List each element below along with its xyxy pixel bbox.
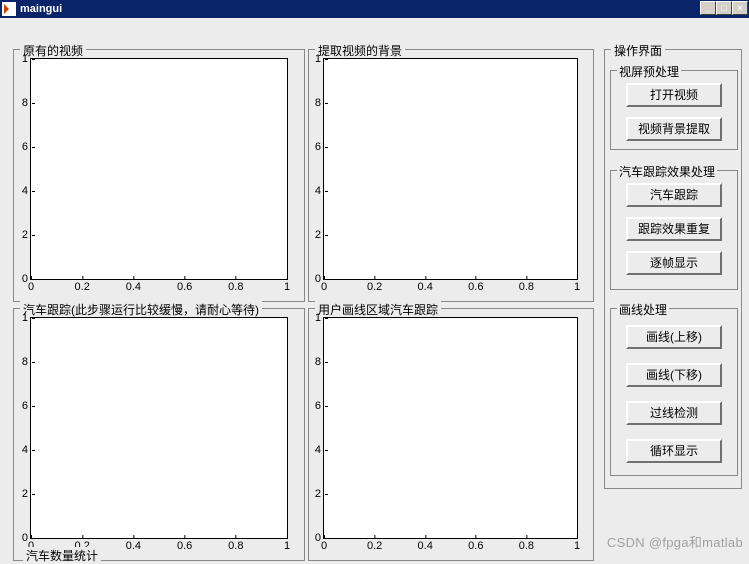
x-tick: 0.4 xyxy=(126,538,141,552)
group-title: 视屏预处理 xyxy=(617,63,681,80)
axes-tracking: 1 8 6 4 2 0 0 0.2 0.4 0.6 0.8 1 xyxy=(30,317,288,539)
group-title: 汽车跟踪效果处理 xyxy=(617,163,717,180)
y-tick: 4 xyxy=(312,444,324,456)
x-tick: 1 xyxy=(574,538,580,552)
close-button[interactable]: × xyxy=(732,1,748,15)
panel-userline-tracking: 用户画线区域汽车跟踪 1 8 6 4 2 0 0 0.2 0.4 0.6 0.8… xyxy=(308,308,594,561)
axes-userline-tracking: 1 8 6 4 2 0 0 0.2 0.4 0.6 0.8 1 xyxy=(323,317,578,539)
y-tick: 1 xyxy=(312,53,324,65)
panel-stats-title: 汽车数量统计 xyxy=(23,547,101,564)
maximize-button[interactable]: □ xyxy=(716,1,732,15)
y-tick: 6 xyxy=(312,400,324,412)
y-tick: 6 xyxy=(19,141,31,153)
line-up-button[interactable]: 画线(上移) xyxy=(626,325,722,349)
panel-title: 汽车跟踪(此步骤运行比较缓慢，请耐心等待) xyxy=(20,301,262,318)
x-tick: 0.8 xyxy=(519,538,534,552)
x-tick: 0.6 xyxy=(468,279,483,293)
repeat-track-button[interactable]: 跟踪效果重复 xyxy=(626,217,722,241)
y-tick: 8 xyxy=(312,97,324,109)
cross-detect-button[interactable]: 过线检测 xyxy=(626,401,722,425)
extract-bg-button[interactable]: 视频背景提取 xyxy=(626,117,722,141)
watermark-text: CSDN @fpga和matlab xyxy=(607,532,743,551)
line-down-button[interactable]: 画线(下移) xyxy=(626,363,722,387)
y-tick: 4 xyxy=(312,185,324,197)
axes-original-video: 1 8 6 4 2 0 0 0.2 0.4 0.6 0.8 1 xyxy=(30,58,288,280)
y-tick: 6 xyxy=(19,400,31,412)
panel-original-video: 原有的视频 1 8 6 4 2 0 0 0.2 0.4 0.6 0.8 1 xyxy=(13,49,305,302)
x-tick: 1 xyxy=(284,538,290,552)
y-tick: 8 xyxy=(312,356,324,368)
y-tick: 2 xyxy=(312,229,324,241)
y-tick: 2 xyxy=(19,488,31,500)
y-tick: 8 xyxy=(19,97,31,109)
x-tick: 0.4 xyxy=(126,279,141,293)
x-tick: 1 xyxy=(284,279,290,293)
panel-tracking: 汽车跟踪(此步骤运行比较缓慢，请耐心等待) 1 8 6 4 2 0 0 0.2 … xyxy=(13,308,305,561)
x-tick: 0 xyxy=(321,538,327,552)
x-tick: 0.6 xyxy=(468,538,483,552)
x-tick: 0.2 xyxy=(75,279,90,293)
x-tick: 0.6 xyxy=(177,538,192,552)
car-track-button[interactable]: 汽车跟踪 xyxy=(626,183,722,207)
client-area: 原有的视频 1 8 6 4 2 0 0 0.2 0.4 0.6 0.8 1 提取… xyxy=(0,18,749,563)
group-tracking: 汽车跟踪效果处理 汽车跟踪 跟踪效果重复 逐帧显示 xyxy=(610,170,738,290)
group-title: 画线处理 xyxy=(617,301,669,318)
panel-title: 提取视频的背景 xyxy=(315,42,405,59)
x-tick: 0.8 xyxy=(228,279,243,293)
loop-display-button[interactable]: 循环显示 xyxy=(626,439,722,463)
group-drawline: 画线处理 画线(上移) 画线(下移) 过线检测 循环显示 xyxy=(610,308,738,476)
window-controls: _ □ × xyxy=(700,1,748,15)
window-titlebar: maingui _ □ × xyxy=(0,0,749,18)
x-tick: 0.6 xyxy=(177,279,192,293)
x-tick: 0 xyxy=(321,279,327,293)
y-tick: 4 xyxy=(19,185,31,197)
window-title: maingui xyxy=(20,3,62,15)
y-tick: 1 xyxy=(312,312,324,324)
operations-title: 操作界面 xyxy=(611,42,665,59)
x-tick: 0.8 xyxy=(228,538,243,552)
x-tick: 1 xyxy=(574,279,580,293)
panel-title: 用户画线区域汽车跟踪 xyxy=(315,301,441,318)
axes-background: 1 8 6 4 2 0 0 0.2 0.4 0.6 0.8 1 xyxy=(323,58,578,280)
x-tick: 0.4 xyxy=(418,538,433,552)
y-tick: 1 xyxy=(19,53,31,65)
frame-by-frame-button[interactable]: 逐帧显示 xyxy=(626,251,722,275)
x-tick: 0.8 xyxy=(519,279,534,293)
y-tick: 1 xyxy=(19,312,31,324)
x-tick: 0 xyxy=(28,279,34,293)
group-preprocess: 视屏预处理 打开视频 视频背景提取 xyxy=(610,70,738,150)
open-video-button[interactable]: 打开视频 xyxy=(626,83,722,107)
x-tick: 0.2 xyxy=(367,538,382,552)
y-tick: 4 xyxy=(19,444,31,456)
panel-background: 提取视频的背景 1 8 6 4 2 0 0 0.2 0.4 0.6 0.8 1 xyxy=(308,49,594,302)
y-tick: 6 xyxy=(312,141,324,153)
x-tick: 0.2 xyxy=(367,279,382,293)
y-tick: 2 xyxy=(312,488,324,500)
x-tick: 0.4 xyxy=(418,279,433,293)
minimize-button[interactable]: _ xyxy=(700,1,716,15)
y-tick: 8 xyxy=(19,356,31,368)
y-tick: 2 xyxy=(19,229,31,241)
operations-panel: 操作界面 视屏预处理 打开视频 视频背景提取 汽车跟踪效果处理 汽车跟踪 跟踪效… xyxy=(604,49,742,489)
app-icon xyxy=(2,2,16,16)
